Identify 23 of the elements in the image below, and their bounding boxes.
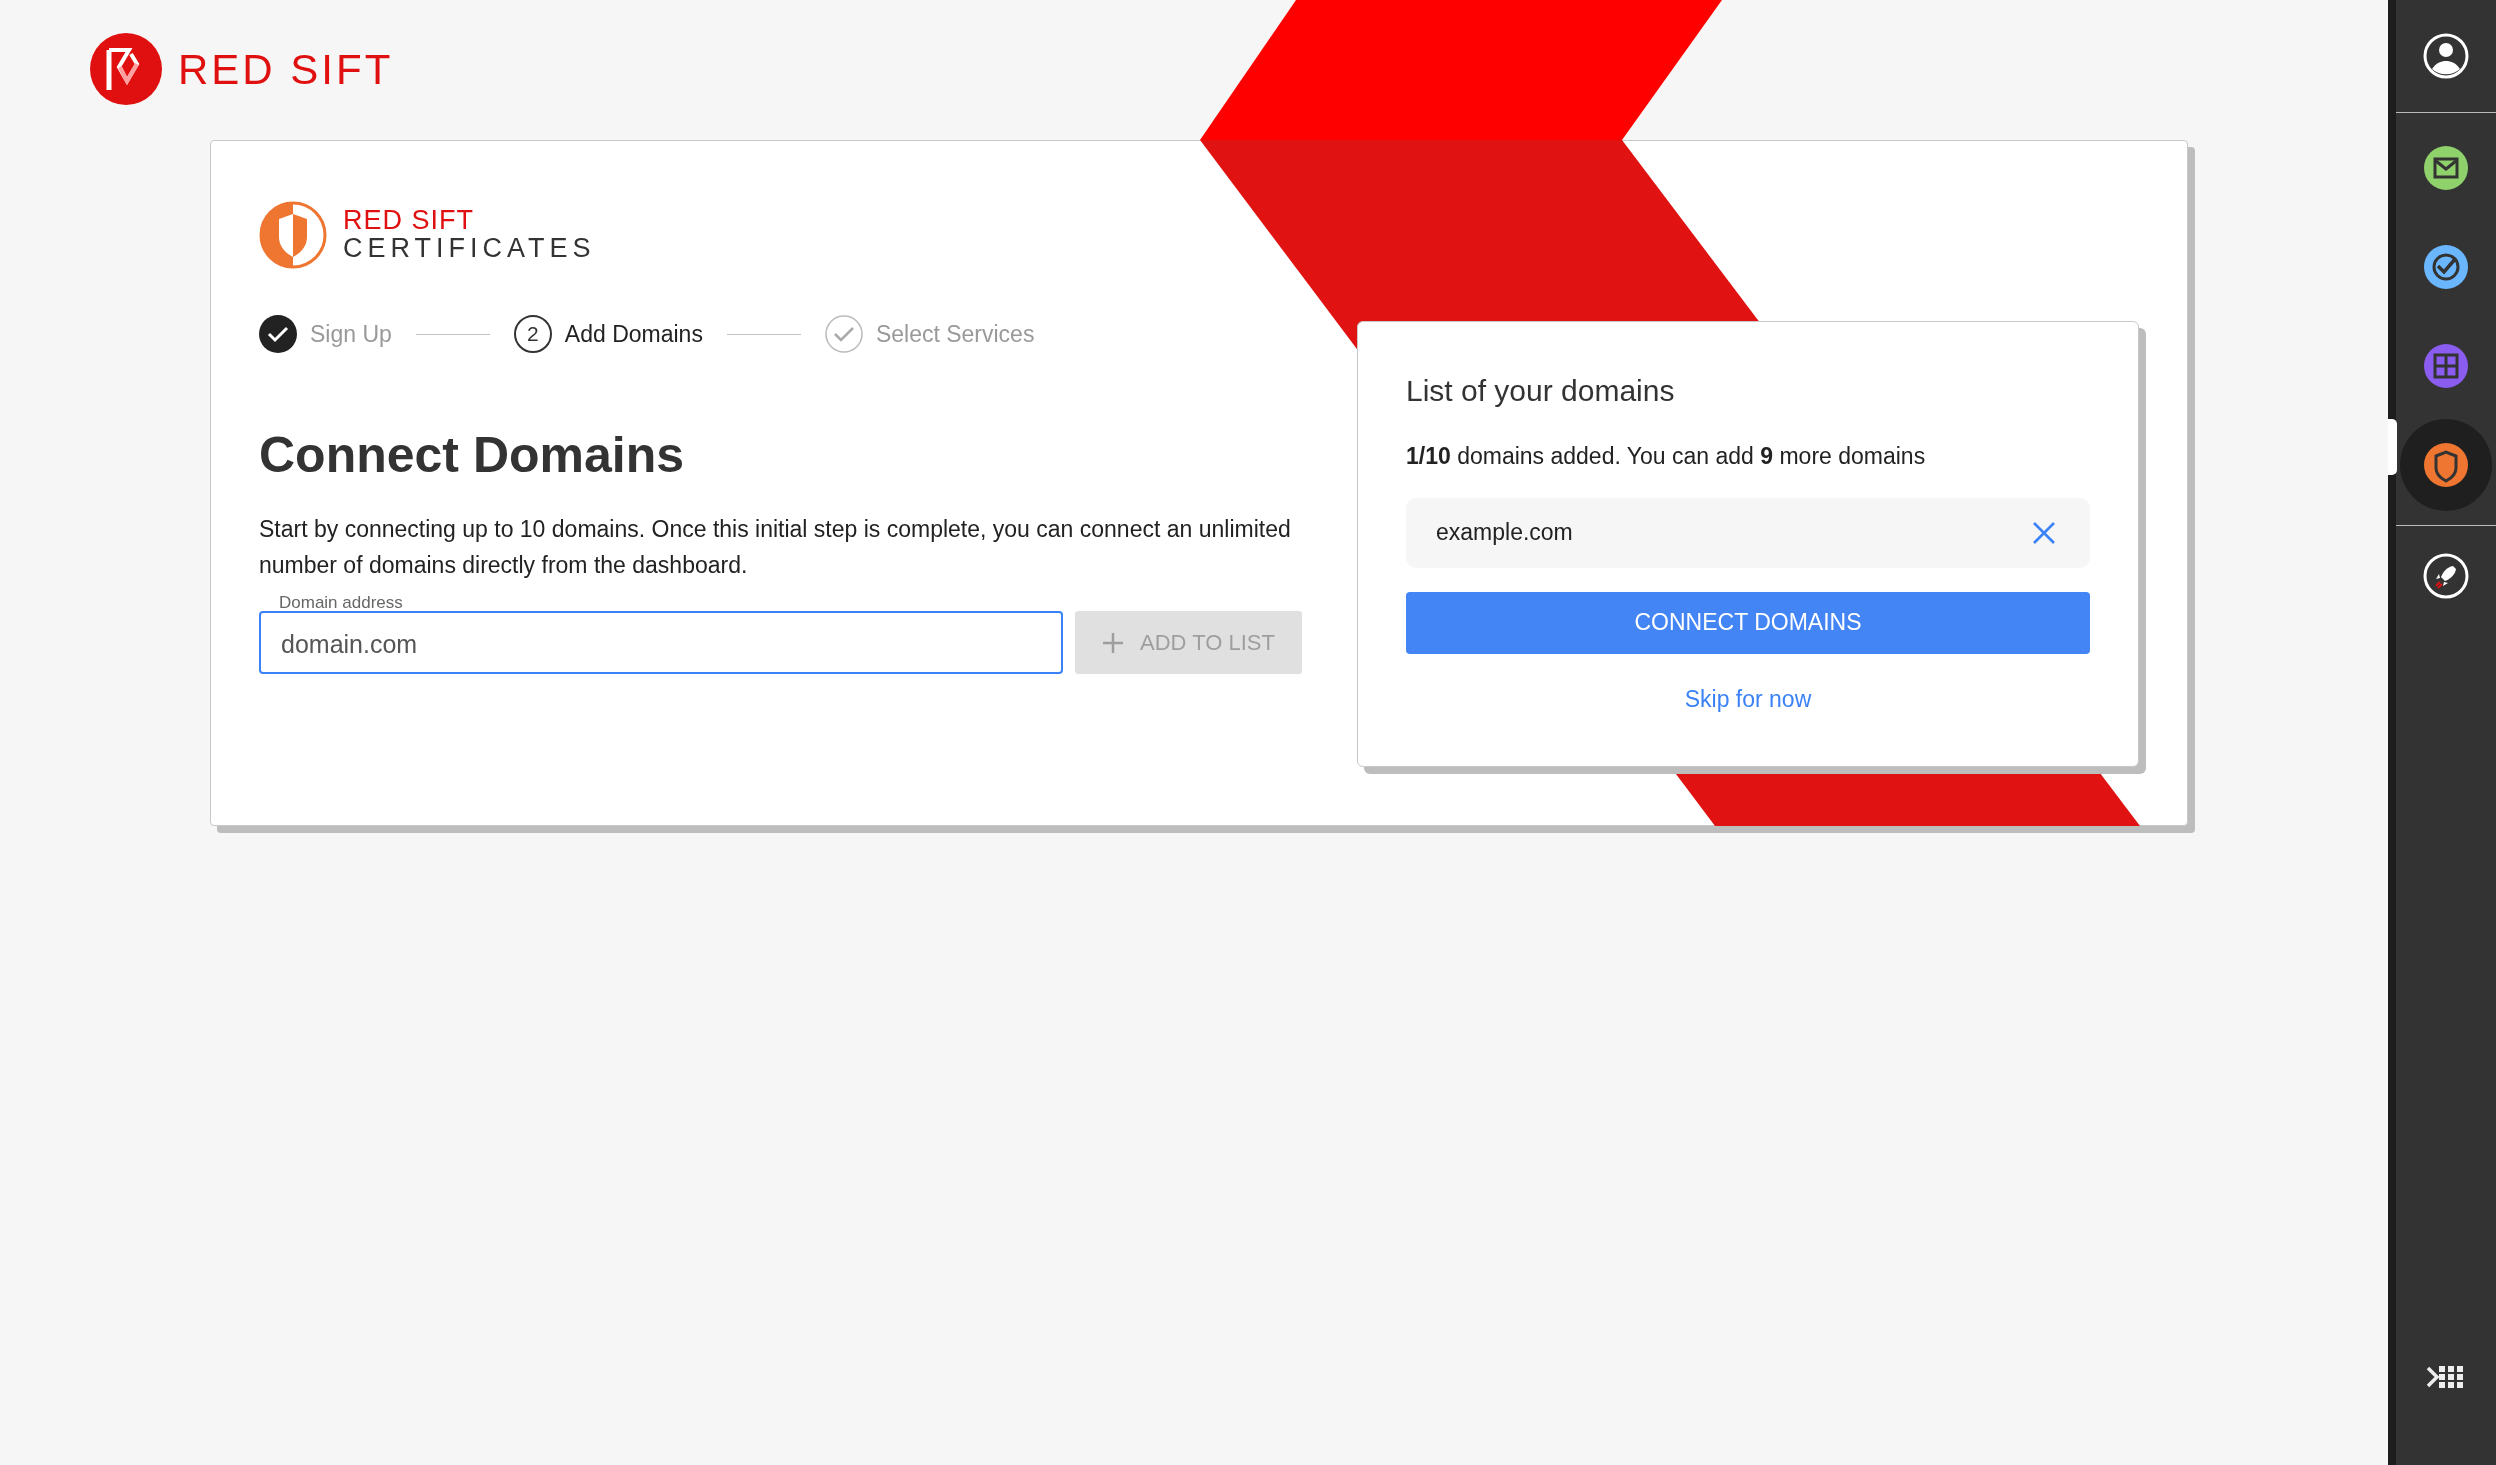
selection-indicator	[2388, 419, 2397, 475]
domain-field[interactable]: domain.com	[259, 611, 1063, 674]
connect-domains-button[interactable]: CONNECT DOMAINS	[1406, 591, 2090, 654]
step-label: Add Domains	[564, 319, 703, 349]
logo-icon	[90, 33, 162, 105]
step-label: Select Services	[875, 319, 1035, 349]
plus-icon	[1102, 631, 1125, 654]
shield-logo-icon	[259, 201, 327, 269]
page-heading: Connect Domains	[259, 426, 686, 485]
panel-title: List of your domains	[1406, 373, 1676, 409]
product-name: CERTIFICATES	[343, 233, 596, 264]
domain-name: example.com	[1436, 518, 1573, 548]
product-brand: RED SIFT	[343, 206, 475, 234]
user-icon	[2423, 33, 2469, 79]
domains-count-text: 1/10 domains added. You can add 9 more domains	[1406, 442, 1927, 471]
description-text: Start by connecting up to 10 domains. Once this initial step is complete, you can connect an unlimited number of domains directly from the dashboard.	[259, 515, 1292, 580]
skip-link[interactable]: Skip for now	[1684, 681, 1812, 716]
close-icon	[2032, 520, 2056, 545]
step-number: 2	[513, 315, 552, 353]
apps-grid-icon	[2426, 1364, 2466, 1390]
brand-name: RED SIFT	[178, 44, 394, 95]
step-label: Sign Up	[310, 319, 392, 349]
rocket-icon	[2423, 553, 2469, 599]
